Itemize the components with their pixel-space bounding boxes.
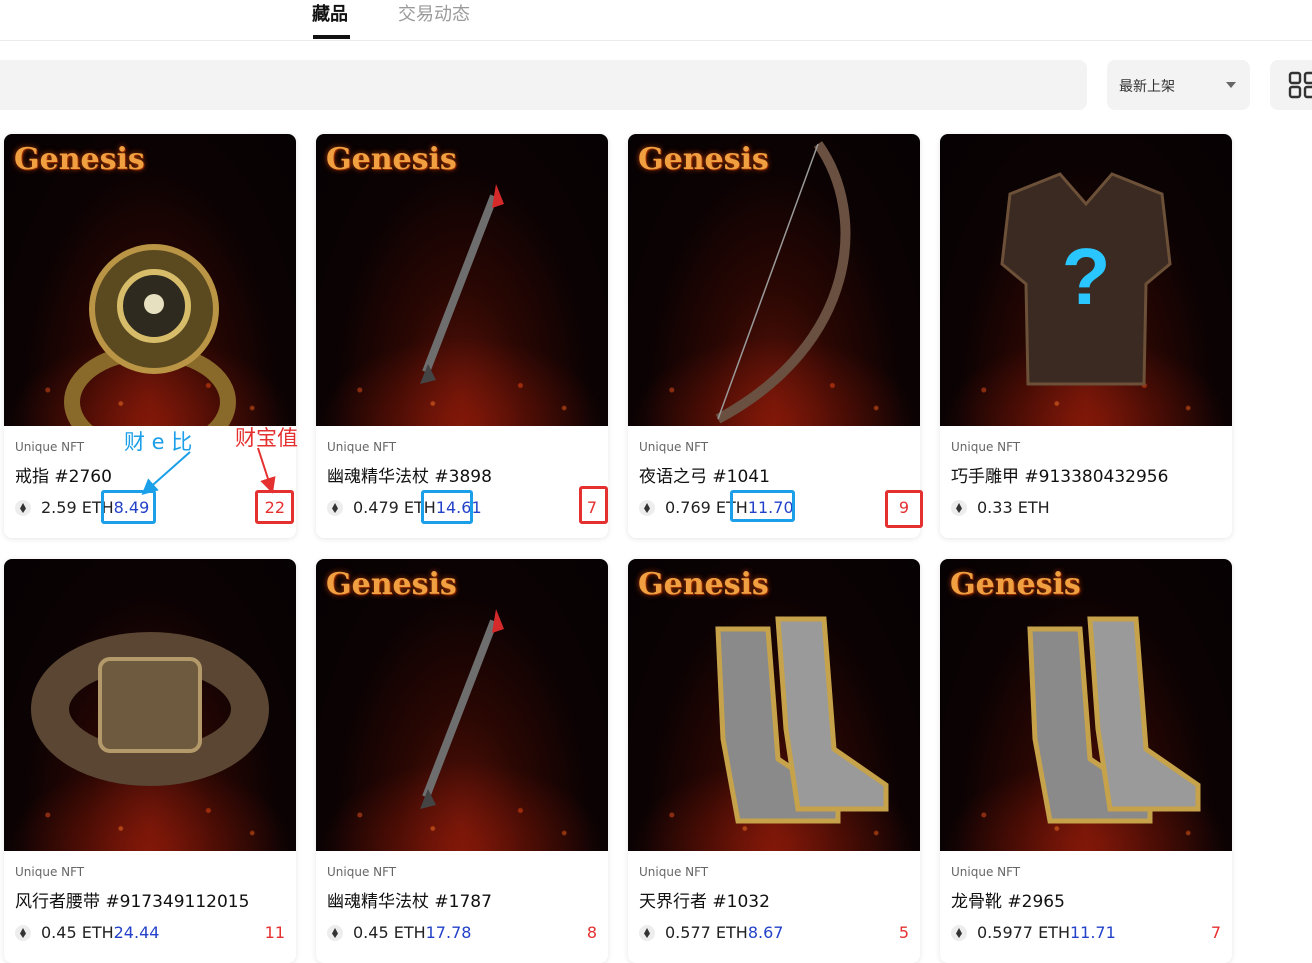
highlight-treasure-box bbox=[885, 490, 923, 528]
highlight-ratio-box bbox=[421, 490, 473, 524]
annotation-arrow-blue bbox=[141, 451, 191, 495]
annotation-arrow-red bbox=[257, 447, 276, 494]
highlight-treasure-box bbox=[255, 490, 294, 524]
highlight-treasure-box bbox=[579, 486, 608, 524]
annotation-arrows bbox=[141, 447, 276, 495]
highlight-ratio-box bbox=[101, 490, 156, 524]
highlight-ratio-box bbox=[730, 490, 795, 522]
